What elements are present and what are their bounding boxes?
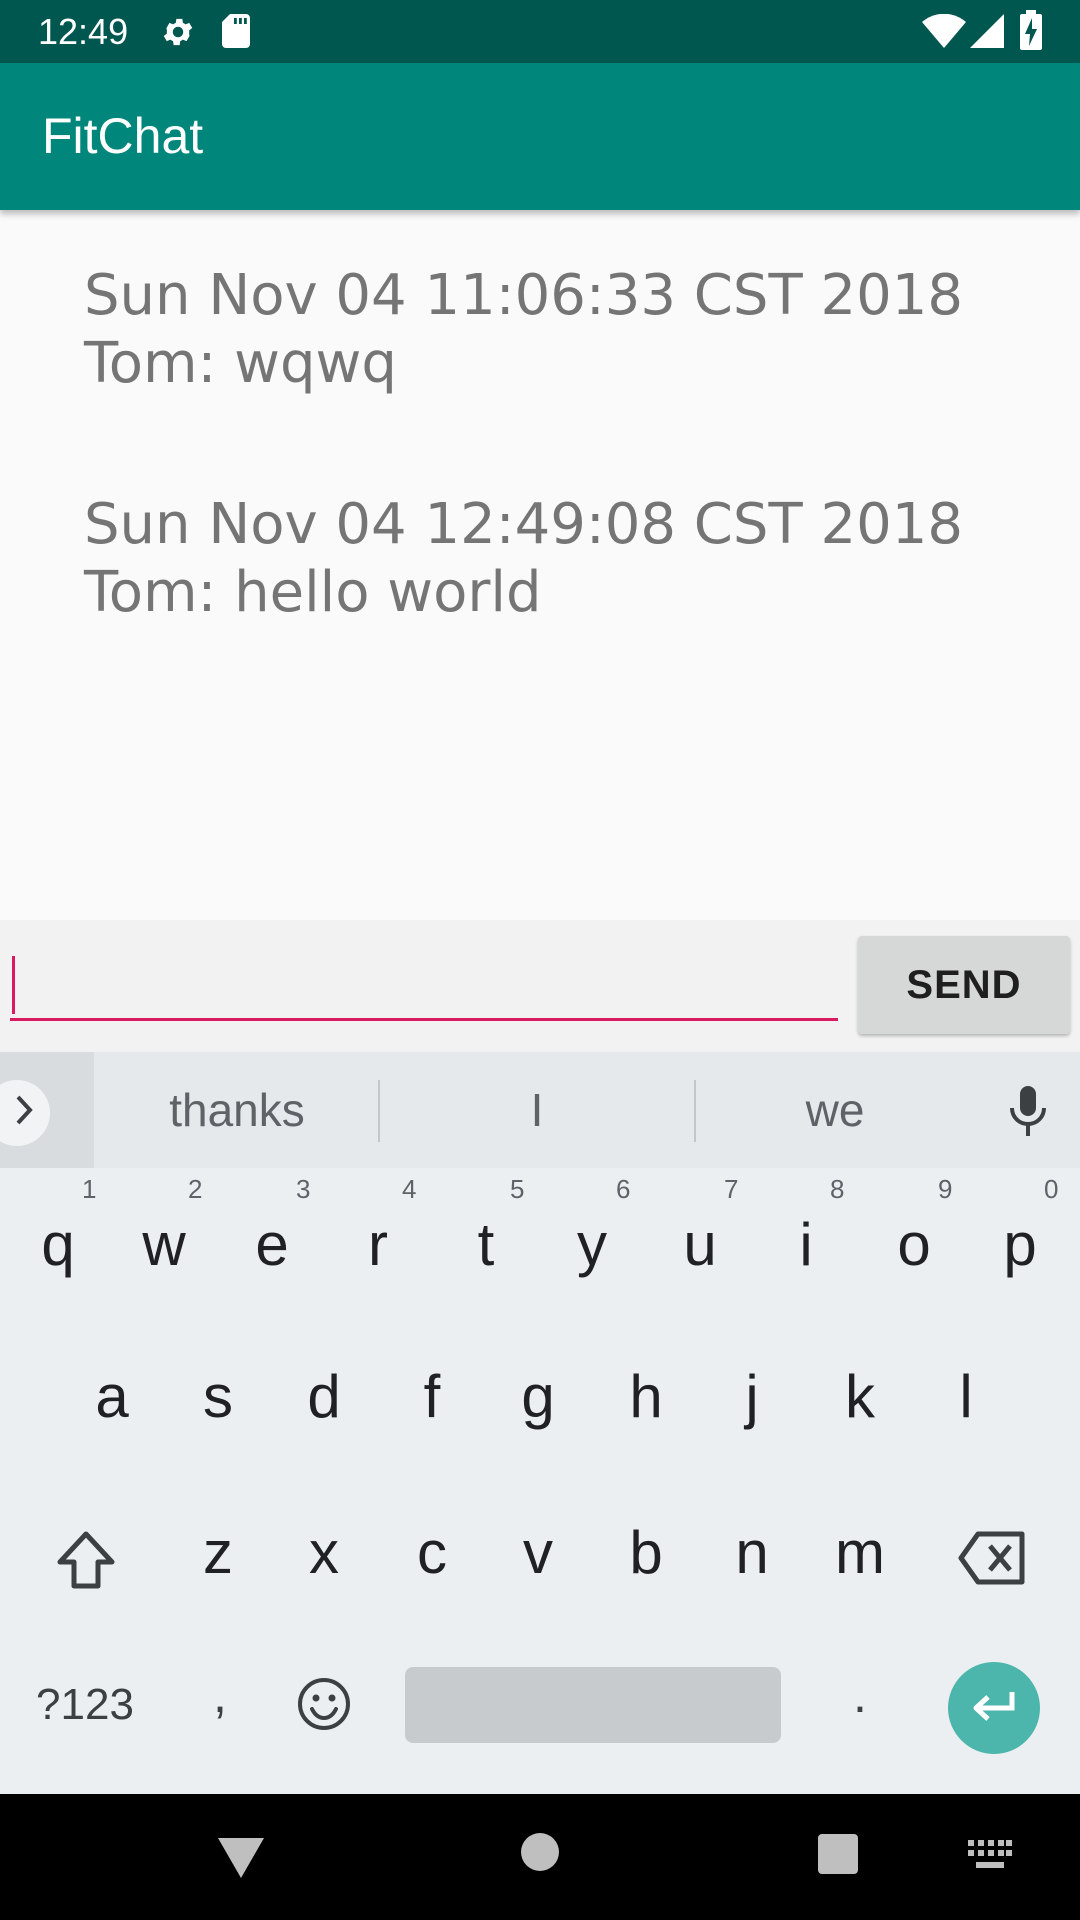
status-time: 12:49 [38, 11, 129, 52]
home-circle-icon[interactable] [520, 1832, 560, 1872]
key-symbols[interactable]: ?123 [20, 1680, 150, 1730]
key-g[interactable]: g [496, 1362, 580, 1431]
battery-icon [1020, 10, 1042, 50]
microphone-icon[interactable] [1008, 1086, 1048, 1138]
key-period[interactable]: . [820, 1666, 900, 1724]
key-k[interactable]: k [818, 1362, 902, 1431]
key-m[interactable]: m [818, 1518, 902, 1587]
key-t[interactable]: t5 [444, 1174, 528, 1300]
backspace-icon[interactable] [958, 1530, 1028, 1586]
key-comma[interactable]: , [180, 1666, 260, 1724]
emoji-icon[interactable] [296, 1676, 352, 1732]
key-e[interactable]: e3 [230, 1174, 314, 1300]
key-w[interactable]: w2 [122, 1174, 206, 1300]
soft-keyboard: thanks I we q1 w2 e3 r4 t5 y6 u7 i8 o9 p… [0, 1052, 1080, 1794]
key-q[interactable]: q1 [16, 1174, 100, 1300]
key-a[interactable]: a [70, 1362, 154, 1431]
suggestion-item[interactable]: thanks [110, 1052, 364, 1168]
suggestion-item[interactable]: I [392, 1052, 682, 1168]
key-c[interactable]: c [390, 1518, 474, 1587]
chevron-right-icon [16, 1095, 33, 1125]
key-l[interactable]: l [924, 1362, 1008, 1431]
message-timestamp: Sun Nov 04 11:06:33 CST 2018 [84, 263, 963, 328]
key-n[interactable]: n [710, 1518, 794, 1587]
key-y[interactable]: y6 [550, 1174, 634, 1300]
back-triangle-icon[interactable] [216, 1834, 266, 1880]
key-r[interactable]: r4 [336, 1174, 420, 1300]
key-f[interactable]: f [390, 1362, 474, 1431]
recents-square-icon[interactable] [818, 1834, 858, 1874]
status-bar: 12:49 [0, 0, 1080, 63]
signal-icon [970, 14, 1004, 48]
key-s[interactable]: s [176, 1362, 260, 1431]
send-button[interactable]: SEND [858, 936, 1070, 1034]
key-h[interactable]: h [604, 1362, 688, 1431]
message-list[interactable]: Sun Nov 04 11:06:33 CST 2018 Tom: wqwq S… [0, 210, 1080, 920]
wifi-icon [922, 14, 966, 48]
suggestion-strip: thanks I we [0, 1052, 1080, 1168]
message-text: Tom: hello world [84, 560, 542, 625]
keyboard-switcher-icon[interactable] [968, 1840, 1012, 1870]
key-x[interactable]: x [282, 1518, 366, 1587]
app-bar: FitChat [0, 63, 1080, 210]
key-b[interactable]: b [604, 1518, 688, 1587]
key-o[interactable]: o9 [872, 1174, 956, 1300]
compose-bar: SEND [0, 920, 1080, 1052]
expand-suggestions-button[interactable] [0, 1052, 94, 1168]
text-cursor [12, 956, 15, 1014]
message-input[interactable] [10, 958, 838, 1021]
message-timestamp: Sun Nov 04 12:49:08 CST 2018 [84, 492, 963, 557]
enter-key[interactable] [948, 1662, 1040, 1754]
app-title: FitChat [42, 108, 204, 164]
key-i[interactable]: i8 [764, 1174, 848, 1300]
key-u[interactable]: u7 [658, 1174, 742, 1300]
message-text: Tom: wqwq [84, 331, 397, 396]
key-p[interactable]: p0 [978, 1174, 1062, 1300]
space-key[interactable] [405, 1667, 781, 1743]
message-item: Sun Nov 04 11:06:33 CST 2018 Tom: wqwq [84, 262, 1044, 398]
key-v[interactable]: v [496, 1518, 580, 1587]
suggestion-item[interactable]: we [710, 1052, 960, 1168]
key-d[interactable]: d [282, 1362, 366, 1431]
key-j[interactable]: j [710, 1362, 794, 1431]
gear-icon [163, 18, 193, 46]
enter-icon [973, 1692, 1015, 1721]
message-item: Sun Nov 04 12:49:08 CST 2018 Tom: hello … [84, 491, 1044, 627]
key-z[interactable]: z [176, 1518, 260, 1587]
sd-card-icon [222, 14, 250, 48]
navigation-bar [0, 1794, 1080, 1920]
shift-icon[interactable] [54, 1528, 118, 1592]
